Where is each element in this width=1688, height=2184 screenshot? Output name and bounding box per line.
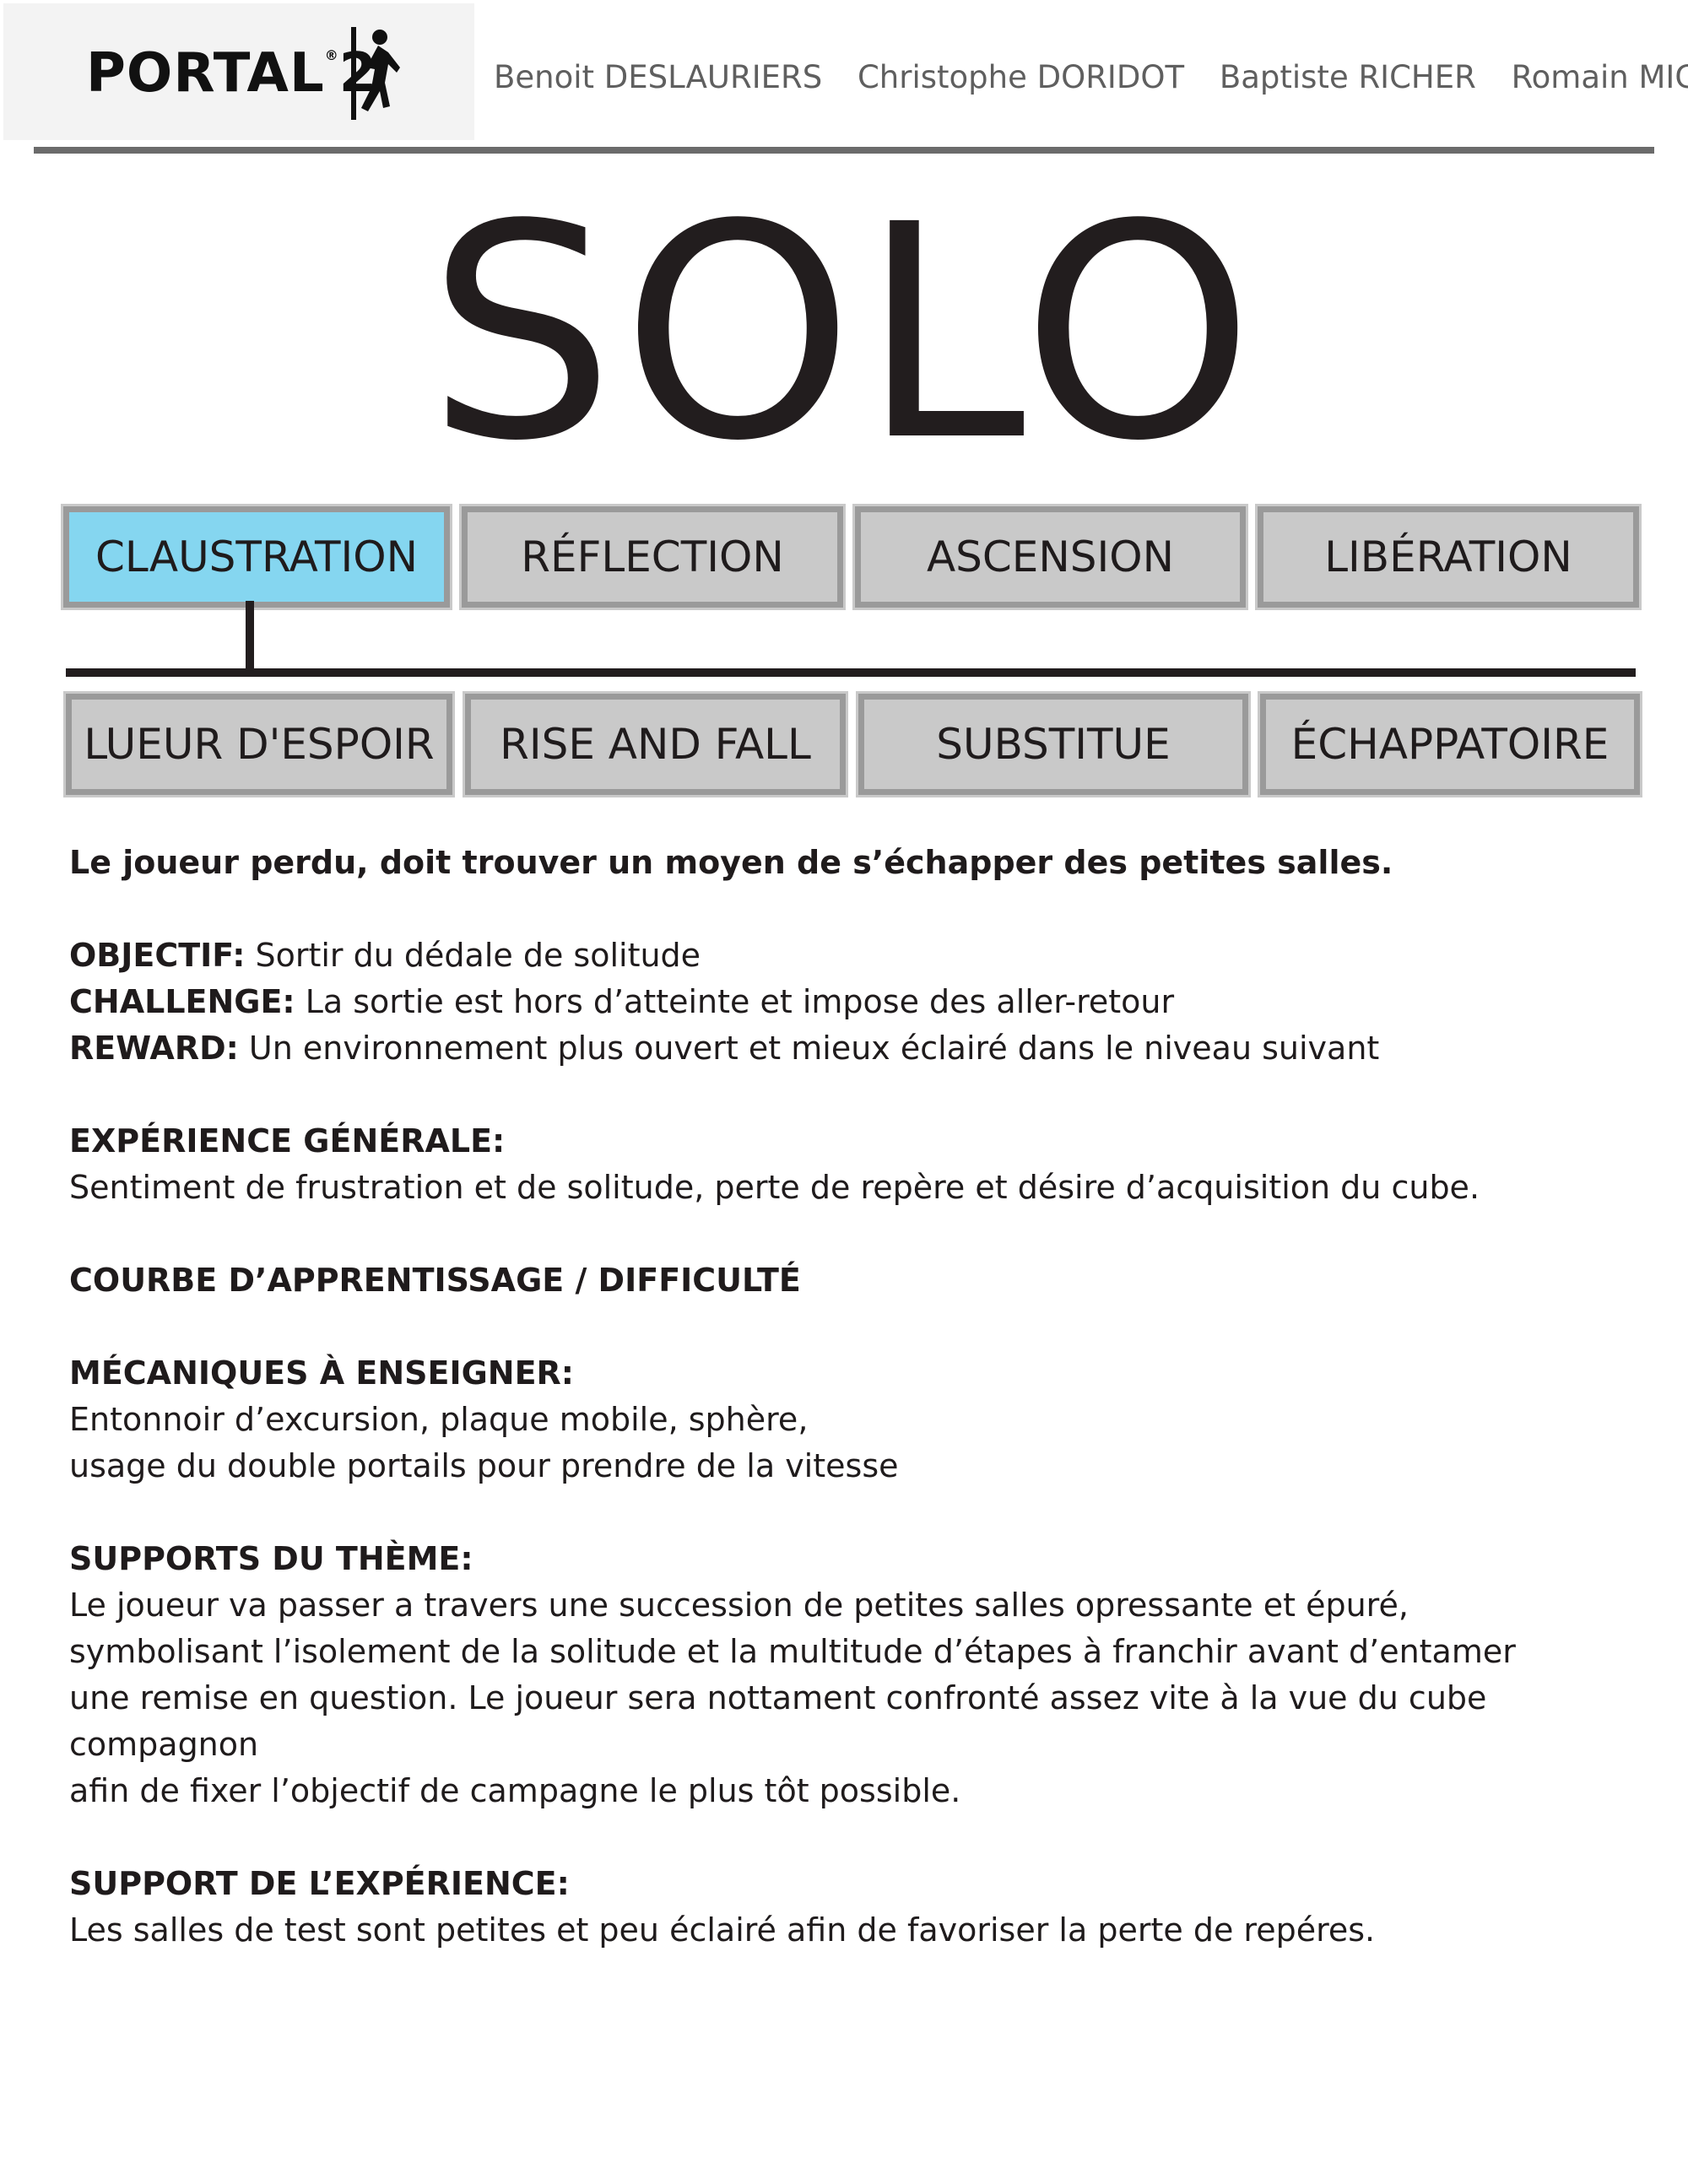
- challenge-line: CHALLENGE: La sortie est hors d’atteinte…: [69, 983, 1175, 1020]
- chapter-connector-horizontal: [66, 668, 1636, 677]
- support-experience-heading: SUPPORT DE L’EXPÉRIENCE:: [69, 1865, 570, 1902]
- chapter-substitue[interactable]: SUBSTITUE: [856, 691, 1251, 797]
- page-title: SOLO: [427, 161, 1261, 505]
- chapter-reflection[interactable]: RÉFLECTION: [459, 504, 846, 610]
- portal-figure-icon: [351, 27, 400, 120]
- experience-heading: EXPÉRIENCE GÉNÉRALE:: [69, 1122, 506, 1160]
- mecaniques-line: Entonnoir d’excursion, plaque mobile, sp…: [69, 1401, 809, 1438]
- support-experience-text: Les salles de test sont petites et peu é…: [69, 1911, 1376, 1949]
- supports-line: une remise en question. Le joueur sera n…: [69, 1679, 1487, 1763]
- author-name: Romain MIGLIO: [1511, 59, 1688, 95]
- experience-text: Sentiment de frustration et de solitude,…: [69, 1169, 1480, 1206]
- portal2-logo: PORTAL®2: [3, 3, 474, 140]
- supports-line: Le joueur va passer a travers une succes…: [69, 1587, 1409, 1624]
- chapter-claustration[interactable]: CLAUSTRATION: [61, 504, 452, 610]
- logo-wordmark: PORTAL®2: [86, 42, 378, 105]
- chapter-liberation[interactable]: LIBÉRATION: [1255, 504, 1642, 610]
- chapter-lueur-despoir[interactable]: LUEUR D'ESPOIR: [63, 691, 455, 797]
- level-description: Le joueur perdu, doit trouver un moyen d…: [69, 840, 1673, 1954]
- supports-heading: SUPPORTS DU THÈME:: [69, 1540, 473, 1577]
- supports-line: symbolisant l’isolement de la solitude e…: [69, 1633, 1516, 1670]
- author-name: Christophe DORIDOT: [857, 59, 1185, 95]
- mecaniques-line: usage du double portails pour prendre de…: [69, 1447, 899, 1484]
- authors-list: Benoit DESLAURIERS Christophe DORIDOT Ba…: [494, 59, 1688, 95]
- intro-text: Le joueur perdu, doit trouver un moyen d…: [69, 844, 1393, 881]
- chapter-connector-vertical: [246, 601, 254, 675]
- author-name: Benoit DESLAURIERS: [494, 59, 823, 95]
- chapter-echappatoire[interactable]: ÉCHAPPATOIRE: [1258, 691, 1642, 797]
- courbe-heading: COURBE D’APPRENTISSAGE / DIFFICULTÉ: [69, 1262, 801, 1299]
- mecaniques-heading: MÉCANIQUES À ENSEIGNER:: [69, 1354, 574, 1392]
- objectif-line: OBJECTIF: Sortir du dédale de solitude: [69, 937, 701, 974]
- chapter-ascension[interactable]: ASCENSION: [852, 504, 1248, 610]
- reward-line: REWARD: Un environnement plus ouvert et …: [69, 1030, 1380, 1067]
- supports-line: afin de fixer l’objectif de campagne le …: [69, 1772, 961, 1809]
- author-name: Baptiste RICHER: [1219, 59, 1476, 95]
- chapter-rise-and-fall[interactable]: RISE AND FALL: [463, 691, 848, 797]
- header-divider: [34, 147, 1654, 154]
